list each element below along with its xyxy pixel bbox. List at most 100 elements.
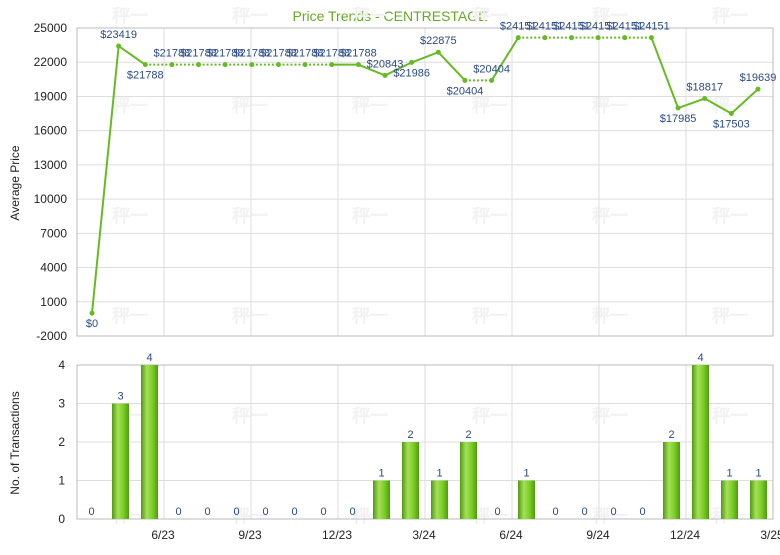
transaction-count-label: 2 bbox=[465, 429, 471, 441]
price-y-tick-label: 25000 bbox=[34, 21, 68, 35]
transaction-count-label: 0 bbox=[204, 506, 210, 518]
transaction-count-label: 1 bbox=[436, 468, 442, 480]
watermark-text: 秤一 bbox=[112, 6, 148, 26]
watermark-text: 秤一 bbox=[712, 306, 748, 326]
x-tick-label: 12/23 bbox=[322, 528, 352, 542]
x-tick-label: 6/24 bbox=[499, 528, 523, 542]
price-labels: $0$23419$21788$21788$21788$21788$21788$2… bbox=[86, 21, 776, 331]
price-y-axis-label: Average Price bbox=[8, 145, 22, 220]
transactions-y-tick-label: 1 bbox=[58, 474, 65, 488]
transaction-count-label: 0 bbox=[262, 506, 268, 518]
watermark-text: 秤一 bbox=[232, 96, 268, 116]
price-label: $20404 bbox=[473, 63, 510, 75]
watermark-text: 秤一 bbox=[592, 206, 628, 226]
price-point bbox=[569, 35, 575, 41]
price-label: $20404 bbox=[447, 85, 484, 97]
price-point bbox=[489, 77, 495, 83]
watermark-text: 秤一 bbox=[592, 96, 628, 116]
price-label: $22875 bbox=[420, 35, 457, 47]
transaction-count-label: 2 bbox=[668, 429, 674, 441]
transaction-count-label: 0 bbox=[320, 506, 326, 518]
price-y-tick-label: 1000 bbox=[40, 295, 67, 309]
x-tick-label: 6/23 bbox=[151, 528, 175, 542]
price-point bbox=[622, 35, 628, 41]
price-point bbox=[542, 35, 548, 41]
price-y-axis-ticks: -2000 1000 4000 7000 10000 13000 16000 19000 220… bbox=[34, 21, 68, 343]
transaction-count-label: 0 bbox=[233, 506, 239, 518]
price-point bbox=[275, 62, 281, 68]
price-line-segment bbox=[437, 51, 466, 82]
price-point bbox=[515, 35, 521, 41]
x-tick-label: 9/23 bbox=[238, 528, 262, 542]
price-point bbox=[355, 62, 361, 68]
watermark-text: 秤一 bbox=[352, 306, 388, 326]
price-point bbox=[409, 59, 415, 65]
watermark-text: 秤一 bbox=[352, 6, 388, 26]
price-point bbox=[116, 43, 122, 49]
price-y-tick-label: -2000 bbox=[36, 329, 67, 343]
watermark-text: 秤一 bbox=[232, 406, 268, 426]
price-y-tick-label: 13000 bbox=[34, 158, 68, 172]
watermark-text: 秤一 bbox=[352, 406, 388, 426]
transaction-count-label: 3 bbox=[117, 391, 123, 403]
price-label: $21986 bbox=[393, 67, 430, 79]
price-point bbox=[462, 77, 468, 83]
price-point bbox=[382, 72, 388, 78]
transactions-y-tick-label: 3 bbox=[58, 397, 65, 411]
transaction-bar bbox=[141, 365, 158, 519]
transaction-bar bbox=[721, 480, 738, 519]
price-point bbox=[89, 310, 95, 316]
price-label: $24151 bbox=[633, 21, 670, 33]
x-axis-ticks: 6/23 9/23 12/23 3/24 6/24 9/24 12/24 3/25 bbox=[151, 528, 780, 542]
transaction-count-label: 0 bbox=[175, 506, 181, 518]
chart-svg: Price Trends - CENTRESTAGE 秤一 秤一 秤一 秤一 秤一 秤一秤… bbox=[8, 6, 780, 542]
watermark-text: 秤一 bbox=[352, 206, 388, 226]
watermark-text: 秤一 bbox=[232, 306, 268, 326]
transaction-count-label: 2 bbox=[407, 429, 413, 441]
price-point bbox=[595, 35, 601, 41]
price-point bbox=[196, 62, 202, 68]
watermark-text: 秤一 bbox=[472, 306, 508, 326]
watermark-layer: 秤一 秤一 秤一 秤一 秤一 秤一秤一 秤一 秤一 秤一 秤一 秤一秤一 秤一 秤一 秤一 秤一 秤一秤一 秤一… bbox=[112, 6, 748, 526]
price-line-segment bbox=[91, 45, 120, 314]
price-point bbox=[675, 105, 681, 111]
chart-title: Price Trends - CENTRESTAGE bbox=[292, 8, 487, 24]
transaction-bar bbox=[750, 480, 767, 519]
transaction-count-label: 1 bbox=[378, 468, 384, 480]
x-tick-label: 12/24 bbox=[670, 528, 700, 542]
watermark-text: 秤一 bbox=[472, 96, 508, 116]
transaction-bar bbox=[692, 365, 709, 519]
price-label: $18817 bbox=[686, 82, 723, 94]
watermark-text: 秤一 bbox=[232, 206, 268, 226]
transaction-bar bbox=[402, 442, 419, 519]
price-label: $23419 bbox=[100, 29, 137, 41]
price-point bbox=[142, 62, 148, 68]
price-y-tick-label: 16000 bbox=[34, 124, 68, 138]
watermark-text: 秤一 bbox=[712, 406, 748, 426]
price-point bbox=[329, 62, 335, 68]
price-point bbox=[728, 111, 734, 117]
price-point bbox=[222, 62, 228, 68]
transaction-count-label: 0 bbox=[494, 506, 500, 518]
transaction-count-label: 0 bbox=[610, 506, 616, 518]
watermark-text: 秤一 bbox=[712, 206, 748, 226]
transactions-y-tick-label: 4 bbox=[58, 358, 65, 372]
transaction-count-label: 0 bbox=[349, 506, 355, 518]
x-tick-label: 3/24 bbox=[412, 528, 436, 542]
price-point bbox=[302, 62, 308, 68]
transaction-count-label: 0 bbox=[639, 506, 645, 518]
price-line-segment bbox=[677, 97, 706, 109]
watermark-text: 秤一 bbox=[112, 306, 148, 326]
price-label: $0 bbox=[86, 318, 98, 330]
price-point bbox=[702, 96, 708, 102]
watermark-text: 秤一 bbox=[112, 96, 148, 116]
watermark-text: 秤一 bbox=[592, 306, 628, 326]
watermark-text: 秤一 bbox=[472, 506, 508, 526]
price-trends-chart: Price Trends - CENTRESTAGE 秤一 秤一 秤一 秤一 秤一 秤一秤… bbox=[0, 0, 780, 550]
price-y-tick-label: 10000 bbox=[34, 192, 68, 206]
price-label: $17503 bbox=[713, 119, 750, 131]
transaction-count-label: 1 bbox=[523, 468, 529, 480]
transaction-bar bbox=[518, 480, 535, 519]
price-point bbox=[169, 62, 175, 68]
watermark-text: 秤一 bbox=[232, 6, 268, 26]
